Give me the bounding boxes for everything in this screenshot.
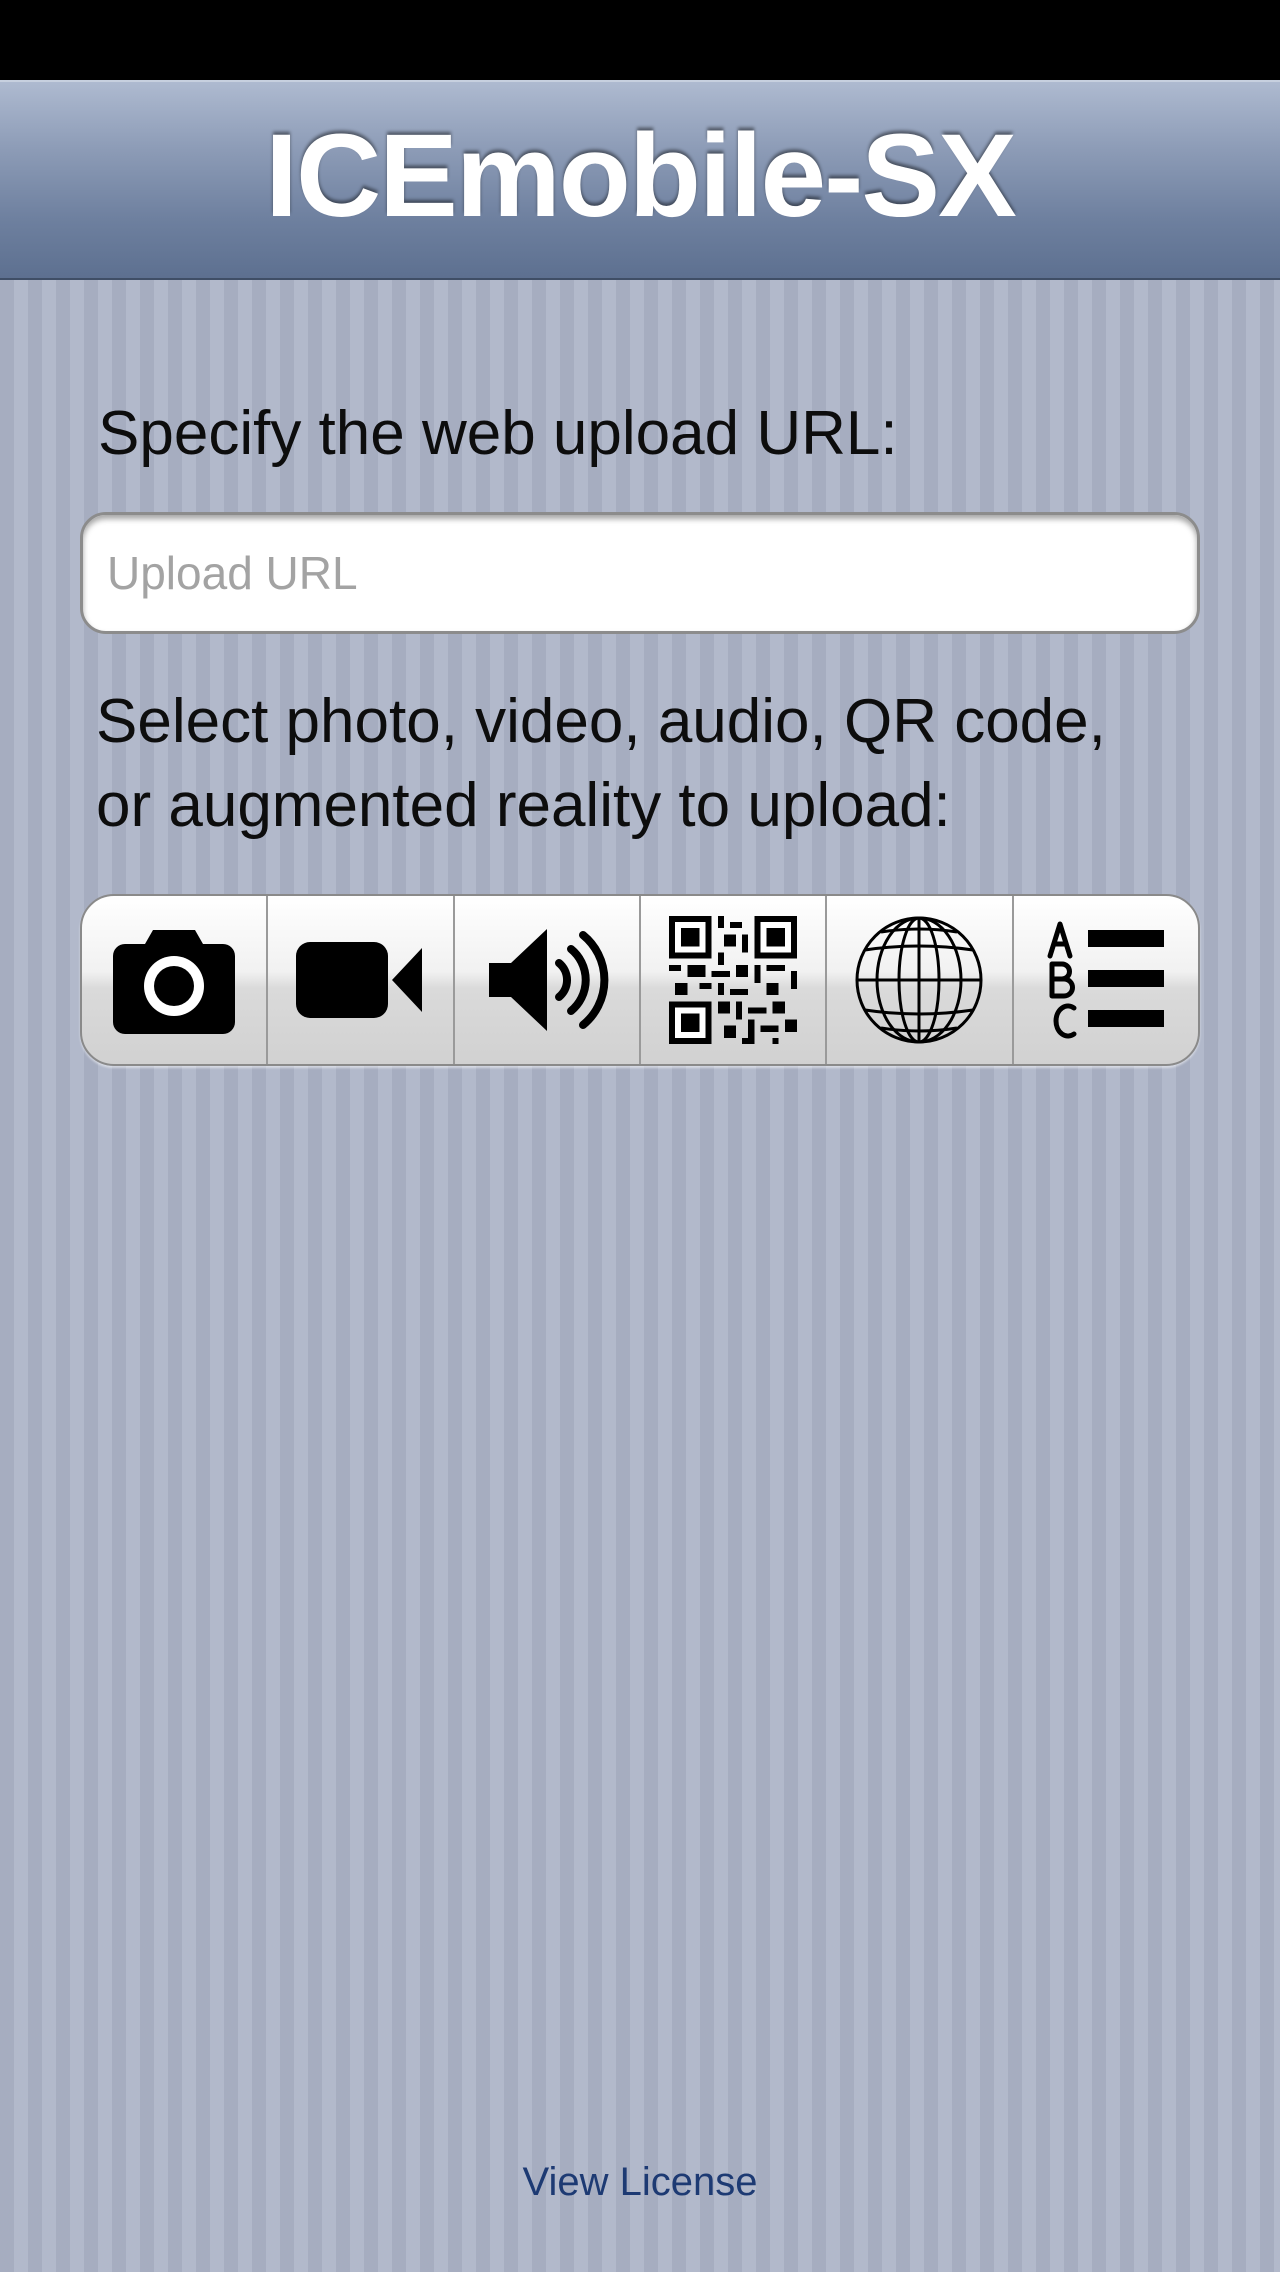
augmented-reality-button[interactable] [827,896,1014,1064]
audio-button[interactable] [455,896,641,1064]
video-camera-icon [296,942,423,1018]
qr-code-button[interactable] [641,896,828,1064]
camera-icon [113,930,236,1034]
speaker-icon [488,929,609,1031]
list-button[interactable] [1014,896,1198,1064]
globe-icon [855,916,983,1044]
main-content: Specify the web upload URL: Select photo… [0,280,1280,2272]
video-button[interactable] [268,896,455,1064]
app-title: ICEmobile-SX [265,110,1017,242]
navigation-bar: ICEmobile-SX [0,80,1280,280]
select-instructions-line-1: Select photo, video, audio, QR code, [96,687,1106,756]
upload-type-segmented-control [80,894,1200,1066]
upload-url-label: Specify the web upload URL: [98,399,898,468]
select-instructions-line-2: or augmented reality to upload: [96,771,951,840]
status-bar [0,0,1280,80]
view-license-link[interactable]: View License [0,2160,1280,2205]
upload-url-input[interactable] [80,512,1200,634]
select-instructions: Select photo, video, audio, QR code, or … [96,680,1106,848]
qr-code-icon [669,916,798,1044]
abc-list-icon [1047,921,1164,1039]
camera-button[interactable] [82,896,269,1064]
